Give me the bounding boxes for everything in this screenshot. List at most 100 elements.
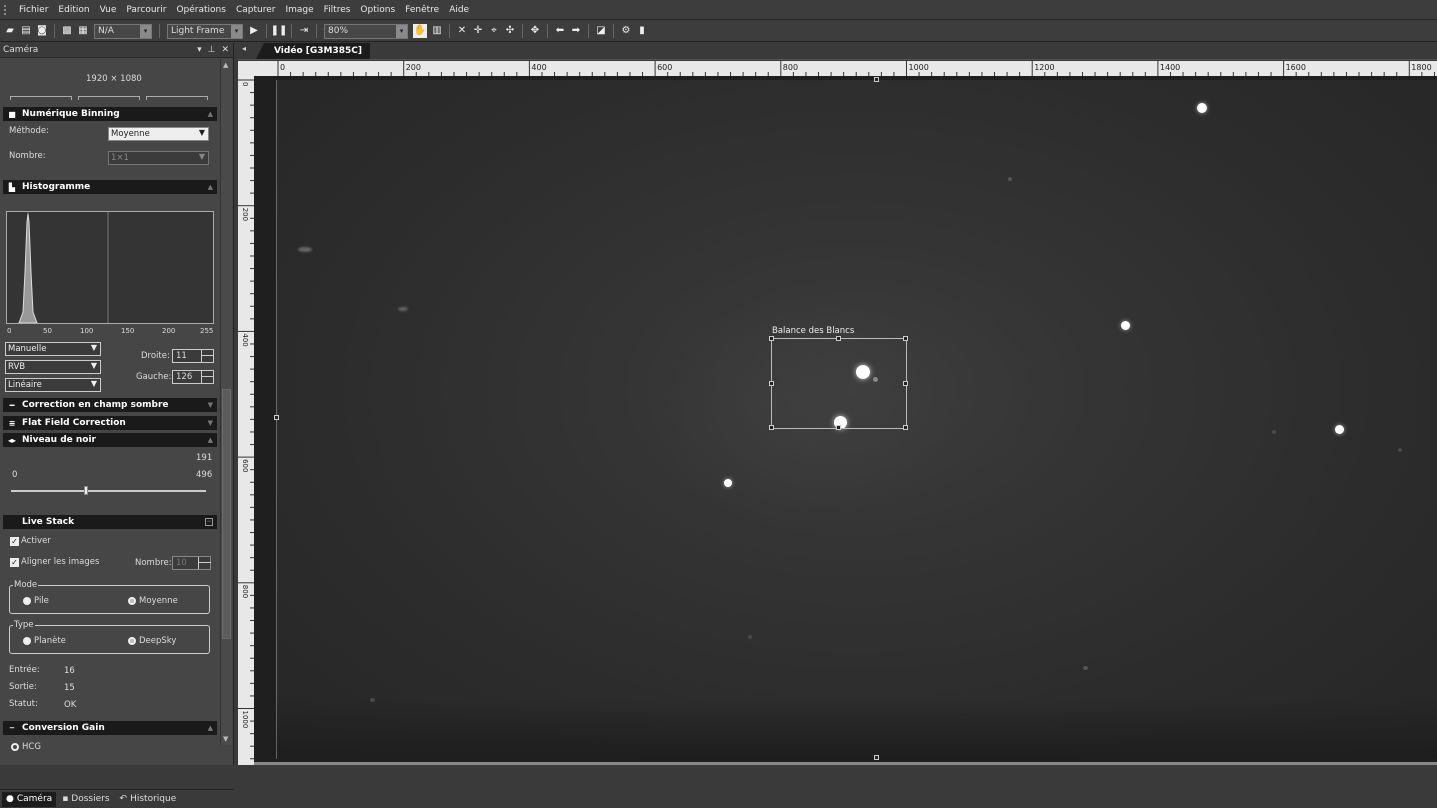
- panel-menu-icon[interactable]: ▾: [197, 45, 202, 55]
- star: [1398, 448, 1402, 452]
- grid-icon[interactable]: ▦: [77, 25, 89, 37]
- menu-image[interactable]: Image: [280, 5, 318, 15]
- methode-select[interactable]: Moyenne ▼: [108, 127, 209, 141]
- gear-icon[interactable]: ⚙: [620, 25, 632, 37]
- activer-checkbox[interactable]: ✓ Activer: [10, 536, 51, 546]
- type-group: Type Planète DeepSky: [9, 620, 210, 654]
- play-icon[interactable]: ▶: [248, 25, 260, 37]
- section-flat[interactable]: ≡ Flat Field Correction ▼: [3, 416, 217, 430]
- ruler-label: 400: [531, 63, 546, 72]
- reticle-icon[interactable]: ✣: [504, 25, 516, 37]
- target-icon[interactable]: ⌖: [488, 25, 500, 37]
- resize-handle[interactable]: [836, 336, 841, 341]
- camera-settings-icon[interactable]: ◙: [36, 25, 48, 37]
- save-icon[interactable]: ▤: [20, 25, 32, 37]
- section-dark[interactable]: ━ Correction en champ sombre ▼: [3, 398, 217, 412]
- hcg-radio[interactable]: HCG: [11, 742, 41, 752]
- open-folder-icon[interactable]: ▰: [4, 25, 16, 37]
- preset-button[interactable]: [78, 96, 140, 100]
- resize-handle[interactable]: [903, 425, 908, 430]
- scroll-up-icon[interactable]: ▲: [223, 61, 228, 69]
- aligner-checkbox[interactable]: ✓ Aligner les images: [10, 557, 99, 567]
- image-viewport[interactable]: Balance des Blancs: [254, 76, 1437, 762]
- stack-nombre-input[interactable]: 10: [172, 556, 211, 570]
- black-level-slider[interactable]: [11, 486, 206, 495]
- black-white-icon[interactable]: ◪: [595, 25, 607, 37]
- resize-handle[interactable]: [903, 336, 908, 341]
- scale-select[interactable]: Linéaire ▼: [5, 378, 101, 392]
- move-icon[interactable]: ✥: [529, 25, 541, 37]
- section-histogram[interactable]: ▙ Histogramme ▲: [3, 180, 217, 194]
- tab-camera[interactable]: ● Caméra: [2, 791, 57, 807]
- gauche-input[interactable]: 126: [172, 370, 214, 384]
- pause-icon[interactable]: ❚❚: [271, 25, 288, 37]
- resize-handle[interactable]: [874, 77, 879, 82]
- menu-aide[interactable]: Aide: [444, 5, 474, 15]
- stack-nombre-value: 10: [176, 558, 187, 568]
- thermometer-icon[interactable]: ▮: [636, 25, 648, 37]
- resize-handle[interactable]: [903, 381, 908, 386]
- resize-handle[interactable]: [874, 755, 879, 760]
- resize-handle[interactable]: [769, 425, 774, 430]
- aligner-label: Aligner les images: [21, 557, 100, 567]
- tab-historique[interactable]: ↶ Historique: [116, 792, 181, 807]
- spinner-icon[interactable]: [198, 557, 211, 569]
- menu-fichier[interactable]: Fichier: [14, 5, 53, 15]
- capture-icon[interactable]: ▩: [61, 25, 73, 37]
- step-forward-icon[interactable]: ⇥: [298, 25, 310, 37]
- mode-moyenne-radio[interactable]: Moyenne: [128, 596, 178, 606]
- tab-scroll-left-icon[interactable]: ◂: [238, 44, 250, 59]
- hist-mode-select[interactable]: Manuelle ▼: [5, 342, 101, 356]
- star: [1008, 177, 1012, 181]
- menu-fenetre[interactable]: Fenêtre: [400, 5, 444, 15]
- section-gain[interactable]: ⎯ Conversion Gain ▲: [3, 721, 217, 735]
- pin-icon[interactable]: ⊥: [208, 45, 216, 55]
- resize-handle[interactable]: [836, 425, 841, 430]
- statut-value: OK: [64, 700, 77, 710]
- menu-parcourir[interactable]: Parcourir: [121, 5, 171, 15]
- crosshair-icon[interactable]: ✛: [472, 25, 484, 37]
- section-black-level[interactable]: ◂▸ Niveau de noir ▲: [3, 433, 217, 447]
- section-binning[interactable]: ■ Numérique Binning ▲: [3, 107, 217, 121]
- ruler-label: 600: [241, 459, 249, 472]
- menu-filtres[interactable]: Filtres: [319, 5, 356, 15]
- spinner-icon[interactable]: [201, 371, 214, 383]
- section-title: Flat Field Correction: [22, 418, 126, 428]
- white-balance-roi[interactable]: [769, 336, 908, 430]
- nombre-select[interactable]: 1×1 ▼: [108, 151, 209, 165]
- panel-scrollbar[interactable]: ▲ ▼: [220, 59, 232, 745]
- frame-type-select[interactable]: Light Frame ▾: [167, 23, 243, 39]
- type-deepsky-radio[interactable]: DeepSky: [128, 636, 176, 646]
- type-planete-radio[interactable]: Planète: [23, 636, 66, 646]
- zoom-select[interactable]: 80% ▾: [324, 23, 408, 39]
- tab-video[interactable]: Vidéo [G3M385C]: [256, 43, 370, 59]
- menu-edition[interactable]: Edition: [53, 5, 94, 15]
- preset-button[interactable]: [10, 96, 72, 100]
- select-area-icon[interactable]: ▥: [431, 25, 443, 37]
- close-icon[interactable]: ✕: [221, 45, 229, 55]
- droite-input[interactable]: 11: [172, 349, 214, 363]
- resize-handle[interactable]: [769, 381, 774, 386]
- resize-handle[interactable]: [274, 415, 279, 420]
- camera-select[interactable]: N/A ▾: [94, 23, 152, 39]
- menu-capturer[interactable]: Capturer: [231, 5, 281, 15]
- menu-options[interactable]: Options: [355, 5, 400, 15]
- section-live-stack[interactable]: Live Stack −: [3, 515, 217, 529]
- resize-handle[interactable]: [769, 336, 774, 341]
- scrollbar-thumb[interactable]: [222, 389, 231, 639]
- arrow-left-icon[interactable]: ⬅: [554, 25, 566, 37]
- spinner-icon[interactable]: [201, 350, 214, 362]
- history-icon: ↶: [119, 794, 128, 804]
- mode-pile-radio[interactable]: Pile: [23, 596, 49, 606]
- preset-button[interactable]: [146, 96, 208, 100]
- tab-dossiers[interactable]: ▪ Dossiers: [58, 792, 113, 807]
- slider-thumb[interactable]: [84, 486, 89, 495]
- hand-pan-icon[interactable]: ✋: [413, 24, 427, 38]
- menu-operations[interactable]: Opérations: [171, 5, 230, 15]
- menu-vue[interactable]: Vue: [95, 5, 122, 15]
- collapse-icon: ▲: [207, 110, 213, 118]
- crosshair-x-icon[interactable]: ✕: [456, 25, 468, 37]
- arrow-right-icon[interactable]: ➡: [570, 25, 582, 37]
- scroll-down-icon[interactable]: ▼: [223, 735, 228, 743]
- color-mode-select[interactable]: RVB ▼: [5, 360, 101, 374]
